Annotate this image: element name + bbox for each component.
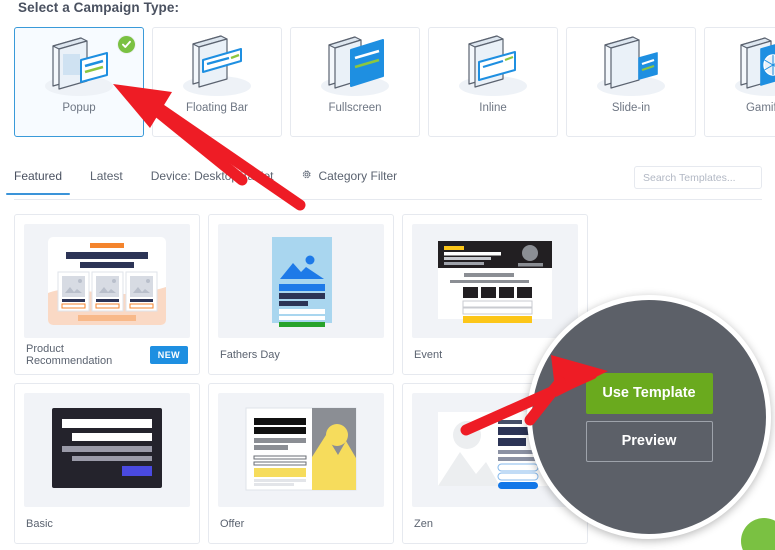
template-thumbnail [412,224,578,338]
inline-icon [428,28,558,106]
use-template-button[interactable]: Use Template [585,372,713,414]
template-card[interactable]: Basic [14,383,200,544]
tab-featured[interactable]: Featured [5,169,71,195]
campaign-type-fullscreen[interactable]: Fullscreen [290,27,420,137]
template-name: Offer [220,518,245,530]
search-templates-box[interactable] [634,166,762,189]
status-badge: NEW [149,346,188,364]
page-title: Select a Campaign Type: [18,0,180,15]
campaign-type-floating-bar[interactable]: Floating Bar [152,27,282,137]
gear-icon [301,169,312,183]
template-hover-overlay: Use Template Preview [527,295,771,539]
campaign-type-inline[interactable]: Inline [428,27,558,137]
template-name: Product Recommendation [26,343,113,367]
template-card[interactable]: Fathers Day [208,214,394,375]
campaign-type-slide-in[interactable]: Slide-in [566,27,696,137]
slide-in-icon [566,28,696,106]
template-card[interactable]: Offer [208,383,394,544]
template-name: Zen [414,518,433,530]
fullscreen-icon [290,28,420,106]
campaign-type-gamified[interactable]: Gamified [704,27,775,137]
template-footer: Fathers Day [209,338,393,372]
template-footer: Product Recommendation NEW [15,338,199,372]
preview-button[interactable]: Preview [585,420,713,462]
template-name: Basic [26,518,53,530]
template-chooser-screen: Select a Campaign Type: Popup Floating B… [0,0,775,550]
popup-icon [14,28,144,106]
template-thumbnail [24,393,190,507]
template-thumbnail [24,224,190,338]
tab-latest[interactable]: Latest [90,169,123,194]
gamified-icon [704,28,775,106]
tab-category-filter-label: Category Filter [318,169,398,183]
template-filter-bar: Featured Latest Device: Desktop/Tablet C… [5,164,762,200]
tab-device-filter[interactable]: Device: Desktop/Tablet [151,169,274,194]
search-input[interactable] [635,167,761,188]
template-footer: Basic [15,507,199,541]
tab-category-filter[interactable]: Category Filter [301,169,397,194]
template-footer: Zen [403,507,587,541]
floating-bar-icon [152,28,282,106]
campaign-type-list: Popup Floating Bar Fullscreen Inline Sli… [14,27,775,137]
template-thumbnail [218,393,384,507]
template-name: Fathers Day [220,349,280,361]
template-thumbnail [218,224,384,338]
template-name: Event [414,349,443,361]
template-footer: Offer [209,507,393,541]
campaign-type-popup[interactable]: Popup [14,27,144,137]
template-card[interactable]: Product Recommendation NEW [14,214,200,375]
